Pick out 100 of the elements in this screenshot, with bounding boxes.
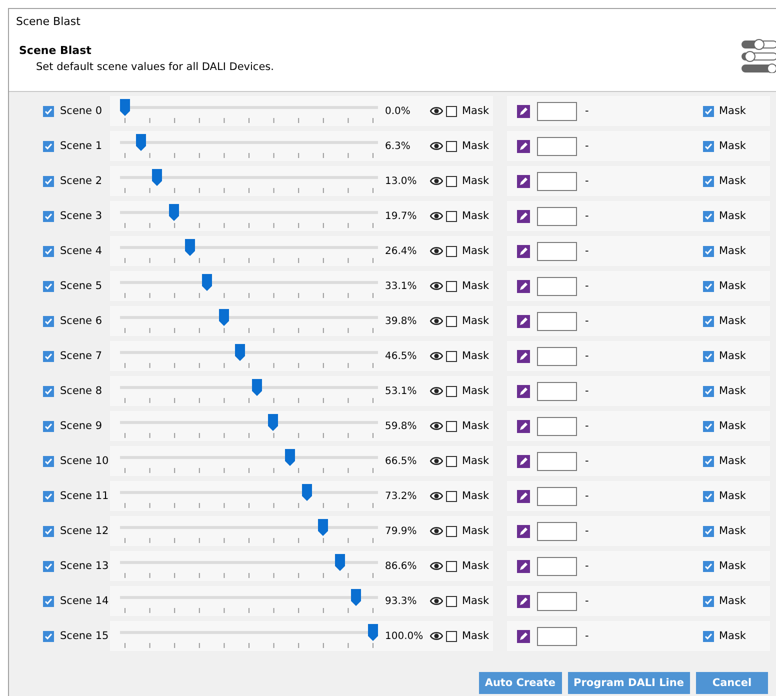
scene-checkbox[interactable] bbox=[43, 210, 54, 222]
mask-checkbox[interactable] bbox=[702, 386, 714, 396]
slider-thumb[interactable] bbox=[202, 274, 212, 291]
scene-checkbox[interactable] bbox=[43, 246, 54, 256]
mask-checkbox[interactable] bbox=[446, 280, 457, 292]
slider-thumb[interactable] bbox=[268, 414, 278, 431]
mask-checkbox[interactable] bbox=[702, 316, 714, 326]
mask-checkbox[interactable] bbox=[702, 350, 714, 362]
slider-thumb[interactable] bbox=[318, 519, 328, 536]
pencil-icon[interactable] bbox=[517, 594, 530, 608]
scene-checkbox[interactable] bbox=[43, 316, 54, 326]
eye-icon[interactable] bbox=[430, 246, 443, 256]
mask-checkbox[interactable] bbox=[446, 596, 457, 606]
value-input[interactable] bbox=[537, 452, 577, 470]
mask-checkbox[interactable] bbox=[446, 490, 457, 502]
mask-checkbox[interactable] bbox=[702, 280, 714, 292]
eye-icon[interactable] bbox=[430, 281, 443, 291]
scene-checkbox[interactable] bbox=[43, 456, 54, 466]
value-input[interactable] bbox=[537, 276, 577, 296]
mask-checkbox[interactable] bbox=[702, 420, 714, 432]
value-input[interactable] bbox=[537, 136, 577, 156]
mask-checkbox[interactable] bbox=[702, 456, 714, 466]
eye-icon[interactable] bbox=[430, 596, 443, 606]
slider-thumb[interactable] bbox=[235, 344, 246, 361]
mask-checkbox[interactable] bbox=[702, 490, 714, 502]
mask-checkbox[interactable] bbox=[702, 210, 714, 222]
value-input[interactable] bbox=[537, 312, 577, 330]
pencil-icon[interactable] bbox=[517, 350, 530, 362]
eye-icon[interactable] bbox=[430, 491, 443, 501]
mask-checkbox[interactable] bbox=[446, 386, 457, 396]
eye-icon[interactable] bbox=[430, 176, 443, 186]
value-input[interactable] bbox=[537, 346, 577, 366]
mask-checkbox[interactable] bbox=[446, 316, 457, 326]
slider-thumb[interactable] bbox=[334, 554, 345, 571]
scene-checkbox[interactable] bbox=[43, 106, 54, 116]
pencil-icon[interactable] bbox=[517, 104, 530, 118]
pencil-icon[interactable] bbox=[517, 454, 530, 468]
pencil-icon[interactable] bbox=[517, 630, 530, 642]
mask-checkbox[interactable] bbox=[702, 596, 714, 606]
value-input[interactable] bbox=[537, 102, 577, 120]
pencil-icon[interactable] bbox=[517, 384, 530, 398]
value-input[interactable] bbox=[537, 206, 577, 226]
scene-checkbox[interactable] bbox=[43, 176, 54, 186]
value-input[interactable] bbox=[537, 522, 577, 540]
pencil-icon[interactable] bbox=[517, 140, 530, 152]
mask-checkbox[interactable] bbox=[446, 176, 457, 186]
eye-icon[interactable] bbox=[430, 526, 443, 536]
eye-icon[interactable] bbox=[430, 631, 443, 641]
mask-checkbox[interactable] bbox=[702, 106, 714, 116]
dialog-button[interactable]: Auto Create bbox=[478, 672, 562, 694]
pencil-icon[interactable] bbox=[517, 174, 530, 188]
slider-thumb[interactable] bbox=[252, 379, 262, 396]
mask-checkbox[interactable] bbox=[446, 106, 457, 116]
mask-checkbox[interactable] bbox=[446, 246, 457, 256]
pencil-icon[interactable] bbox=[517, 314, 530, 328]
slider-thumb[interactable] bbox=[152, 169, 162, 186]
mask-checkbox[interactable] bbox=[702, 526, 714, 536]
mask-checkbox[interactable] bbox=[446, 140, 457, 152]
scene-checkbox[interactable] bbox=[43, 490, 54, 502]
mask-checkbox[interactable] bbox=[446, 420, 457, 432]
mask-checkbox[interactable] bbox=[702, 560, 714, 572]
mask-checkbox[interactable] bbox=[446, 560, 457, 572]
scene-checkbox[interactable] bbox=[43, 140, 54, 152]
value-input[interactable] bbox=[537, 626, 577, 646]
slider-thumb[interactable] bbox=[120, 99, 130, 116]
value-input[interactable] bbox=[537, 172, 577, 190]
slider-thumb[interactable] bbox=[218, 309, 229, 326]
mask-checkbox[interactable] bbox=[446, 350, 457, 362]
mask-checkbox[interactable] bbox=[446, 526, 457, 536]
eye-icon[interactable] bbox=[430, 141, 443, 151]
slider-thumb[interactable] bbox=[284, 449, 295, 466]
pencil-icon[interactable] bbox=[517, 560, 530, 572]
scene-checkbox[interactable] bbox=[43, 350, 54, 362]
eye-icon[interactable] bbox=[430, 211, 443, 221]
pencil-icon[interactable] bbox=[517, 244, 530, 258]
mask-checkbox[interactable] bbox=[702, 176, 714, 186]
scene-checkbox[interactable] bbox=[43, 280, 54, 292]
eye-icon[interactable] bbox=[430, 106, 443, 116]
eye-icon[interactable] bbox=[430, 456, 443, 466]
slider-thumb[interactable] bbox=[302, 484, 312, 501]
pencil-icon[interactable] bbox=[517, 280, 530, 292]
mask-checkbox[interactable] bbox=[702, 140, 714, 152]
slider-thumb[interactable] bbox=[168, 204, 179, 221]
pencil-icon[interactable] bbox=[517, 210, 530, 222]
mask-checkbox[interactable] bbox=[446, 630, 457, 642]
value-input[interactable] bbox=[537, 592, 577, 610]
pencil-icon[interactable] bbox=[517, 490, 530, 502]
mask-checkbox[interactable] bbox=[446, 456, 457, 466]
value-input[interactable] bbox=[537, 556, 577, 576]
slider-thumb[interactable] bbox=[368, 624, 378, 641]
pencil-icon[interactable] bbox=[517, 524, 530, 538]
value-input[interactable] bbox=[537, 416, 577, 436]
value-input[interactable] bbox=[537, 382, 577, 400]
slider-thumb[interactable] bbox=[185, 239, 196, 256]
scene-checkbox[interactable] bbox=[43, 630, 54, 642]
eye-icon[interactable] bbox=[430, 386, 443, 396]
eye-icon[interactable] bbox=[430, 421, 443, 431]
eye-icon[interactable] bbox=[430, 351, 443, 361]
dialog-button[interactable]: Program DALI Line bbox=[568, 672, 690, 694]
scene-checkbox[interactable] bbox=[43, 386, 54, 396]
